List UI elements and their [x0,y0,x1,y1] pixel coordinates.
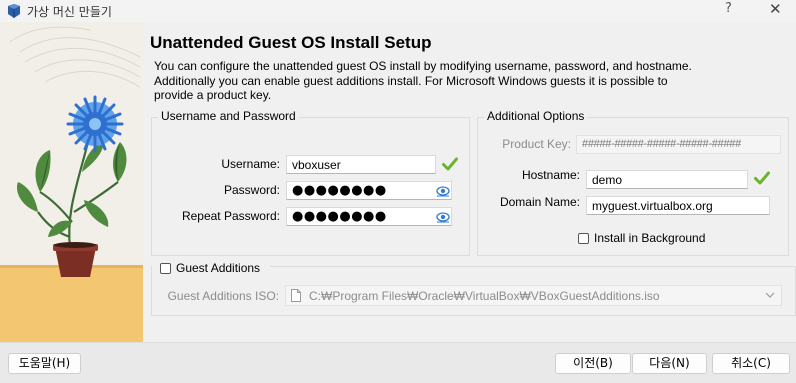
help-button[interactable]: 도움말(H) [8,353,81,374]
wizard-page: Unattended Guest OS Install Setup You ca… [143,22,796,342]
chevron-down-icon[interactable] [765,291,775,299]
additional-options-group-title: Additional Options [484,109,588,123]
hostname-label: Hostname: [521,168,580,182]
page-description: You can configure the unattended guest O… [154,59,692,102]
hostname-field[interactable]: demo [586,170,748,189]
back-button[interactable]: 이전(B) [555,353,631,374]
password-field[interactable]: ●●●●●●●● [286,181,452,200]
green-check-icon [442,157,458,171]
install-in-background-label: Install in Background [594,231,706,245]
repeat-password-label: Repeat Password: [181,209,280,223]
close-button[interactable]: ✕ [769,0,782,18]
repeat-password-field[interactable]: ●●●●●●●● [286,207,452,226]
eye-icon[interactable] [436,185,450,197]
next-button[interactable]: 다음(N) [632,353,707,374]
virtualbox-icon [8,4,20,18]
eye-icon[interactable] [436,211,450,223]
wizard-illustration [0,22,143,342]
window-title: 가상 머신 만들기 [27,5,112,19]
title-bar: 가상 머신 만들기 ? ✕ [0,0,796,22]
product-key-field[interactable]: #####-#####-#####-#####-##### [576,135,781,154]
file-icon [291,289,301,302]
guest-additions-iso-path: C:₩Program Files₩Oracle₩VirtualBox₩VBoxG… [309,288,660,303]
guest-additions-iso-combobox[interactable]: C:₩Program Files₩Oracle₩VirtualBox₩VBoxG… [285,285,782,306]
guest-additions-option[interactable]: Guest Additions [160,261,265,275]
cancel-button[interactable]: 취소(C) [712,353,790,374]
username-password-group: Username and Password Username: vboxuser… [151,109,470,256]
domain-name-label: Domain Name: [499,195,580,209]
flower-pot-illustration [0,22,143,342]
product-key-label: Product Key: [502,137,571,151]
guest-additions-checkbox[interactable] [160,262,171,274]
button-bar: 도움말(H) 이전(B) 다음(N) 취소(C) [0,342,796,383]
guest-additions-label: Guest Additions [176,261,261,275]
password-label: Password: [223,183,280,197]
username-password-group-title: Username and Password [158,109,299,123]
page-title: Unattended Guest OS Install Setup [150,33,432,52]
group-divider [270,266,794,267]
username-label: Username: [221,157,280,171]
guest-additions-group: Guest Additions Guest Additions ISO: C:₩… [151,261,796,316]
domain-name-field[interactable]: myguest.virtualbox.org [586,196,770,215]
help-title-button[interactable]: ? [725,1,732,16]
green-check-icon [754,171,770,185]
additional-options-group: Additional Options Product Key: #####-##… [477,109,789,256]
install-in-background-checkbox[interactable] [578,232,589,244]
install-in-background-option[interactable]: Install in Background [578,231,705,245]
guest-additions-iso-label: Guest Additions ISO: [167,289,279,303]
username-field[interactable]: vboxuser [286,155,436,174]
